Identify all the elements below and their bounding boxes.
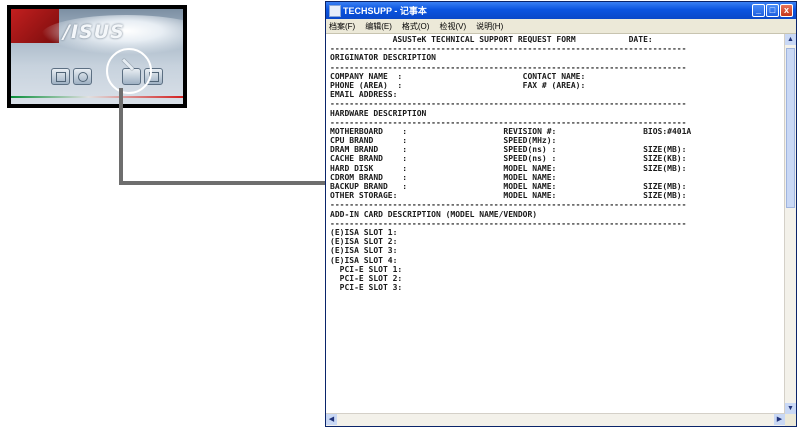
field-pcie-slot-3: PCI-E SLOT 3:	[330, 283, 403, 293]
menu-format[interactable]: 格式(O)	[402, 21, 430, 32]
field-dram: DRAM BRAND : SPEED(ns) : SIZE(MB):	[330, 145, 687, 155]
highlight-circle	[106, 48, 152, 94]
scroll-right-arrow-icon[interactable]: ▶	[774, 414, 785, 425]
horizontal-scrollbar[interactable]: ◀ ▶	[326, 413, 785, 426]
title-bar[interactable]: TECHSUPP - 记事本 _ □ x	[326, 2, 796, 19]
field-hard-disk: HARD DISK : MODEL NAME: SIZE(MB):	[330, 163, 687, 173]
field-phone-fax: PHONE (AREA) : FAX # (AREA):	[330, 80, 586, 90]
field-backup: BACKUP BRAND : MODEL NAME: SIZE(MB):	[330, 182, 687, 191]
separator: ----------------------------------------…	[330, 200, 687, 210]
scroll-left-arrow-icon[interactable]: ◀	[326, 414, 337, 425]
vertical-scroll-thumb[interactable]	[786, 48, 795, 208]
field-isa-slot-1: (E)ISA SLOT 1:	[330, 227, 398, 237]
scroll-up-arrow-icon[interactable]: ▲	[785, 34, 796, 45]
menu-view[interactable]: 检视(V)	[439, 21, 466, 32]
section-addin-card: ADD-IN CARD DESCRIPTION (MODEL NAME/VEND…	[330, 209, 538, 219]
section-hardware: HARDWARE DESCRIPTION	[330, 108, 427, 118]
launcher-thumbnail: /ISUS	[7, 5, 187, 108]
field-other-storage: OTHER STORAGE: MODEL NAME: SIZE(MB):	[330, 191, 687, 201]
field-company-contact: COMPANY NAME : CONTACT NAME:	[330, 71, 586, 81]
field-cache: CACHE BRAND : SPEED(ns) : SIZE(KB):	[330, 154, 687, 164]
vertical-scrollbar[interactable]: ▲ ▼	[784, 34, 796, 414]
separator: ----------------------------------------…	[330, 44, 687, 54]
separator: ----------------------------------------…	[330, 62, 687, 72]
field-pcie-slot-2: PCI-E SLOT 2:	[330, 273, 403, 283]
separator: ----------------------------------------…	[330, 218, 687, 228]
separator: ----------------------------------------…	[330, 117, 687, 127]
menu-edit[interactable]: 编辑(E)	[365, 21, 392, 32]
section-originator: ORIGINATOR DESCRIPTION	[330, 53, 436, 63]
notepad-icon	[329, 5, 341, 17]
menu-bar: 档案(F) 编辑(E) 格式(O) 检视(V) 说明(H)	[326, 19, 796, 34]
minimize-button[interactable]: _	[752, 4, 765, 17]
wrench-glyph	[121, 58, 135, 71]
info-button[interactable]	[51, 68, 70, 85]
connector-vertical	[119, 88, 123, 184]
form-heading: ASUSTeK TECHNICAL SUPPORT REQUEST FORM D…	[330, 35, 653, 44]
close-button[interactable]: x	[780, 4, 793, 17]
separator: ----------------------------------------…	[330, 99, 687, 109]
empty-line	[330, 292, 788, 301]
scroll-down-arrow-icon[interactable]: ▼	[785, 403, 796, 414]
field-isa-slot-4: (E)ISA SLOT 4:	[330, 255, 398, 265]
maximize-button[interactable]: □	[766, 4, 779, 17]
launcher-panel: /ISUS	[11, 9, 183, 104]
field-cpu: CPU BRAND : SPEED(MHz):	[330, 136, 557, 146]
globe-button[interactable]	[73, 68, 92, 85]
document-text: ASUSTeK TECHNICAL SUPPORT REQUEST FORM D…	[330, 35, 788, 301]
window-title: TECHSUPP - 记事本	[343, 6, 427, 16]
text-editor[interactable]: ASUSTeK TECHNICAL SUPPORT REQUEST FORM D…	[326, 34, 796, 414]
globe-icon	[78, 72, 88, 82]
notepad-window: TECHSUPP - 记事本 _ □ x 档案(F) 编辑(E) 格式(O) 检…	[325, 1, 797, 427]
menu-help[interactable]: 说明(H)	[476, 21, 503, 32]
field-motherboard: MOTHERBOARD : REVISION #: BIOS:#401A	[330, 126, 692, 136]
field-email: EMAIL ADDRESS:	[330, 90, 398, 100]
field-pcie-slot-1: PCI-E SLOT 1:	[330, 264, 403, 274]
field-isa-slot-3: (E)ISA SLOT 3:	[330, 246, 398, 256]
connector-horizontal	[119, 181, 326, 185]
field-isa-slot-2: (E)ISA SLOT 2:	[330, 237, 398, 247]
asus-logo: /ISUS	[63, 21, 125, 43]
menu-file[interactable]: 档案(F)	[329, 21, 355, 32]
info-icon	[56, 72, 66, 82]
color-stripe	[11, 96, 183, 98]
field-cdrom: CDROM BRAND : MODEL NAME:	[330, 172, 557, 182]
scrollbar-corner	[785, 414, 796, 426]
